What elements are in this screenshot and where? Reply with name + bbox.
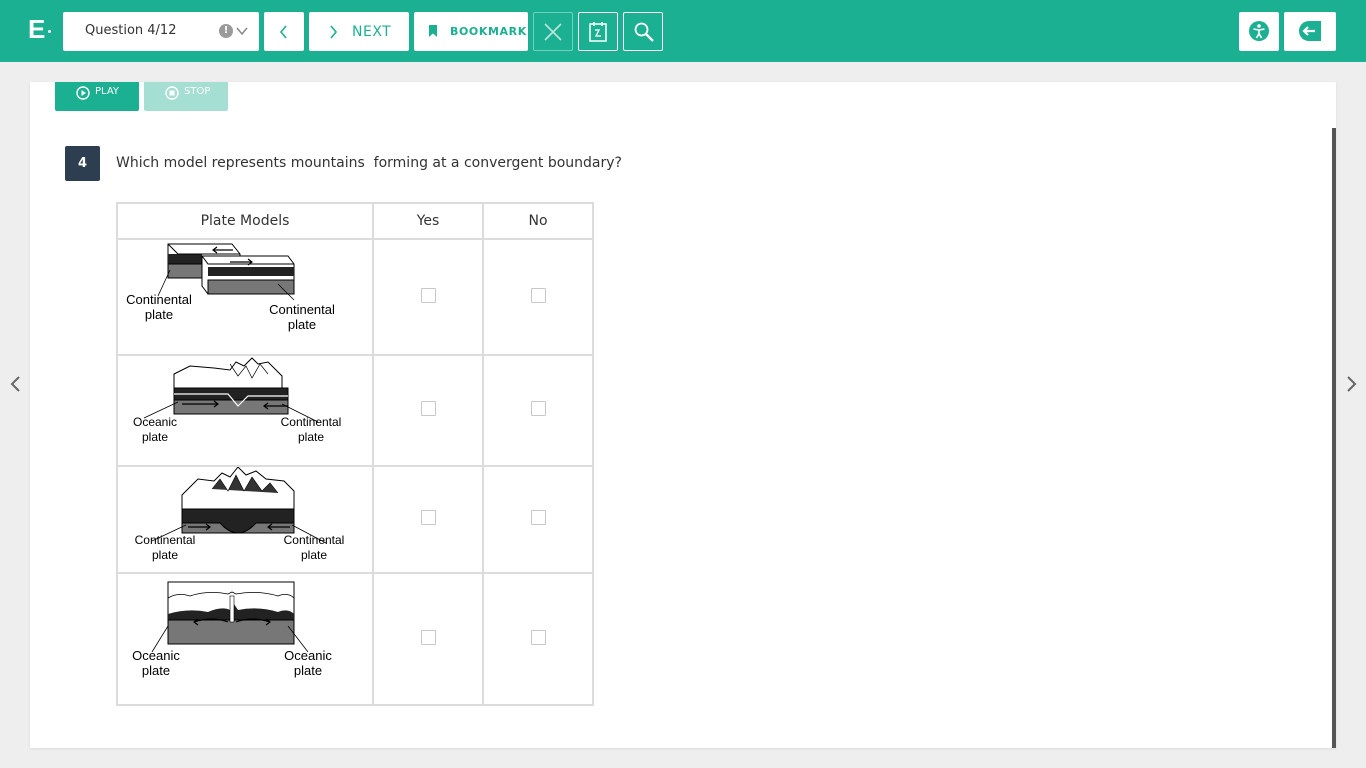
right-plate-label-line2: plate (293, 663, 323, 678)
chevron-right-icon (330, 25, 338, 39)
question-number-badge: 4 (65, 146, 100, 181)
question-text: Which model represents mountains forming… (116, 155, 622, 171)
table-row: Oceanic plate Continental plate (116, 354, 594, 467)
right-plate-label-line1: Continental (280, 415, 342, 429)
right-plate-label: Oceanic plate (278, 648, 338, 678)
plate-model-oceanic-continental: Oceanic plate Continental plate (116, 354, 374, 467)
chevron-left-icon (279, 25, 287, 39)
oceanic-continental-diagram (143, 357, 319, 423)
left-plate-label-line2: plate (144, 307, 174, 322)
previous-button[interactable] (264, 12, 304, 51)
stop-button[interactable]: STOP (144, 82, 228, 111)
stop-button-label: STOP (184, 86, 211, 97)
left-plate-label-line2: plate (141, 430, 169, 444)
eliminate-answer-button[interactable] (533, 12, 573, 51)
left-plate-label: Continental plate (130, 533, 200, 563)
left-plate-label-line1: Continental (134, 533, 196, 547)
row1-no-checkbox[interactable] (530, 287, 546, 303)
right-plate-label-line2: plate (300, 548, 328, 562)
table-row: Continental plate Continental plate (116, 465, 594, 574)
exit-arrow-icon (1299, 21, 1321, 41)
right-plate-label-line2: plate (297, 430, 325, 444)
row2-no-checkbox[interactable] (530, 401, 546, 416)
right-plate-label: Continental plate (266, 302, 338, 332)
question-select[interactable]: Question 4/12 ! (63, 12, 259, 51)
left-plate-label: Oceanic plate (126, 648, 186, 678)
chevron-down-icon (236, 27, 248, 36)
play-button-label: PLAY (95, 86, 120, 97)
row1-yes-checkbox[interactable] (420, 287, 436, 303)
row2-yes-checkbox[interactable] (420, 401, 436, 416)
right-plate-label-line2: plate (287, 317, 317, 332)
next-button[interactable]: NEXT (309, 12, 409, 51)
chevron-left-icon[interactable] (8, 375, 24, 393)
right-plate-label: Continental plate (276, 415, 346, 445)
left-plate-label-line2: plate (151, 548, 179, 562)
column-header-no: No (482, 202, 594, 240)
next-button-label: NEXT (352, 24, 392, 40)
zoom-button[interactable] (623, 12, 663, 51)
table-row: Continental plate Continental plate (116, 238, 594, 356)
divergent-boundary-diagram (151, 581, 309, 653)
app-logo: E (28, 14, 56, 48)
bookmark-button-label: BOOKMARK (450, 25, 527, 38)
right-plate-label-line1: Continental (269, 302, 335, 317)
column-header-yes: Yes (372, 202, 484, 240)
play-button[interactable]: PLAY (55, 82, 139, 111)
left-plate-label-line1: Oceanic (132, 648, 180, 663)
left-plate-label-line1: Continental (126, 292, 192, 307)
scrollbar[interactable] (1332, 128, 1336, 748)
right-plate-label-line1: Oceanic (284, 648, 332, 663)
accessibility-button[interactable] (1239, 12, 1279, 51)
chevron-right-icon[interactable] (1343, 375, 1359, 393)
exit-button[interactable] (1284, 12, 1336, 51)
notepad-button[interactable] (578, 12, 618, 51)
play-icon (76, 86, 90, 100)
row3-no-checkbox[interactable] (530, 510, 546, 525)
question-card: PLAY STOP 4 Which model represents mount… (30, 82, 1336, 748)
left-plate-label: Oceanic plate (128, 415, 182, 445)
plate-model-continental-continental: Continental plate Continental plate (116, 465, 374, 574)
left-plate-label-line1: Oceanic (132, 415, 178, 429)
table-row: Oceanic plate Oceanic plate (116, 572, 594, 706)
logo-letter: E (28, 14, 46, 44)
question-select-label: Question 4/12 (85, 23, 177, 38)
top-toolbar: E Question 4/12 ! NEXT BOOKMARK (0, 0, 1366, 62)
column-header-plate-models: Plate Models (116, 202, 374, 240)
right-plate-label-line1: Continental (283, 533, 345, 547)
close-icon (544, 23, 562, 41)
notepad-icon (589, 22, 607, 42)
row3-yes-checkbox[interactable] (420, 510, 436, 525)
accessibility-icon (1249, 21, 1269, 41)
row4-no-checkbox[interactable] (530, 629, 546, 645)
right-plate-label: Continental plate (278, 533, 350, 563)
answer-grid: Plate Models Yes No Continental plate Co… (116, 202, 594, 706)
bookmark-button[interactable]: BOOKMARK (414, 12, 528, 51)
stop-icon (165, 86, 179, 100)
left-plate-label-line2: plate (141, 663, 171, 678)
plate-model-oceanic-oceanic: Oceanic plate Oceanic plate (116, 572, 374, 706)
plate-model-transform: Continental plate Continental plate (116, 238, 374, 356)
row4-yes-checkbox[interactable] (420, 629, 436, 645)
magnifier-icon (634, 22, 654, 42)
left-plate-label: Continental plate (123, 292, 195, 322)
bookmark-icon (429, 25, 437, 37)
flag-exclamation-icon: ! (219, 24, 233, 38)
